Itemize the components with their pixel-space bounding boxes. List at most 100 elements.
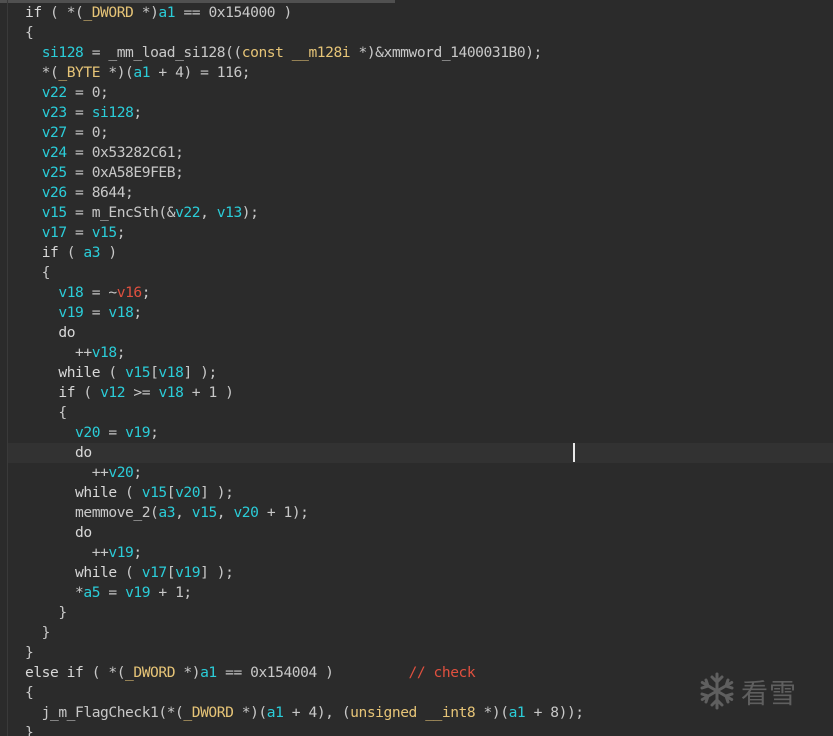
code-line[interactable]: j_m_FlagCheck1(*(_DWORD *)(a1 + 4), (uns… [25,703,584,723]
code-line[interactable]: memmove_2(a3, v15, v20 + 1); [25,503,584,523]
code-line[interactable]: { [25,263,584,283]
code-line[interactable]: v22 = 0; [25,83,584,103]
code-token: = [66,224,92,241]
code-line[interactable]: if ( *(_DWORD *)a1 == 0x154000 ) [25,3,584,23]
pseudocode-editor[interactable]: if ( *(_DWORD *)a1 == 0x154000 ){ si128 … [0,0,833,736]
keyword-token: else if [25,664,84,681]
identifier-token: v20 [75,424,101,441]
code-line[interactable]: } [25,643,584,663]
code-line[interactable]: { [25,403,584,423]
code-token: ); [241,204,259,221]
code-token: ) [100,244,117,261]
code-token: *)( [475,704,509,721]
code-token: *) [133,4,159,21]
code-line[interactable]: v20 = v19; [25,423,584,443]
keyword-token: do [75,524,92,541]
code-token: ++ [25,544,109,561]
identifier-token: v22 [41,84,67,101]
code-token: ( [75,384,101,401]
identifier-token: v19 [125,584,151,601]
code-line[interactable]: while ( v15[v20] ); [25,483,584,503]
identifier-token: a5 [83,584,101,601]
code-line[interactable]: v26 = 8644; [25,183,584,203]
identifier-token: v27 [41,124,67,141]
code-token: ( [116,484,142,501]
code-line[interactable]: v17 = v15; [25,223,584,243]
code-line[interactable]: v25 = 0xA58E9FEB; [25,163,584,183]
identifier-token: v15 [41,204,67,221]
identifier-token: v22 [175,204,201,221]
code-token: = m_EncSth(& [66,204,176,221]
type-token: unsigned __int8 [350,704,476,721]
code-token: ] ); [183,364,217,381]
code-line[interactable]: v15 = m_EncSth(&v22, v13); [25,203,584,223]
code-token: ; [141,284,151,301]
code-line[interactable]: ++v18; [25,343,584,363]
code-line[interactable]: do [25,523,584,543]
code-token: == 0x154004 ) [216,664,409,681]
text-cursor [573,443,575,462]
code-line[interactable]: if ( v12 >= v18 + 1 ) [25,383,584,403]
code-token: = 0x53282C61; [66,144,184,161]
code-line[interactable]: do [25,323,584,343]
code-line[interactable]: { [25,683,584,703]
identifier-token: v18 [58,284,84,301]
identifier-token: v26 [41,184,67,201]
code-token: >= [125,384,159,401]
code-area[interactable]: if ( *(_DWORD *)a1 == 0x154000 ){ si128 … [25,3,584,736]
identifier-token: a3 [158,504,176,521]
code-token: + 4), ( [283,704,351,721]
code-token: + 8)); [525,704,584,721]
code-line[interactable]: ++v19; [25,543,584,563]
code-line[interactable]: ++v20; [25,463,584,483]
identifier-token: v24 [41,144,67,161]
code-line[interactable]: *(_BYTE *)(a1 + 4) = 116; [25,63,584,83]
code-token: ; [150,424,159,441]
code-line[interactable]: v18 = ~v16; [25,283,584,303]
code-token: = 0; [66,84,109,101]
code-line[interactable]: v19 = v18; [25,303,584,323]
code-line[interactable]: } [25,623,584,643]
code-line[interactable]: v27 = 0; [25,123,584,143]
keyword-token: while [75,484,117,501]
code-line[interactable]: while ( v17[v19] ); [25,563,584,583]
identifier-token: a3 [83,244,101,261]
code-line[interactable]: do [25,443,584,463]
code-line[interactable]: v23 = si128; [25,103,584,123]
code-token: ; [133,304,142,321]
code-token: = 8644; [66,184,134,201]
code-token: + 1; [150,584,192,601]
identifier-token: v20 [108,464,134,481]
type-token: const __m128i [241,44,351,61]
code-token: = [66,104,92,121]
identifier-token: v12 [100,384,126,401]
identifier-token: v17 [141,564,167,581]
code-line[interactable]: else if ( *(_DWORD *)a1 == 0x154004 ) //… [25,663,584,683]
code-token: ( *( [41,4,84,21]
code-line[interactable]: while ( v15[v18] ); [25,363,584,383]
code-token: , [175,504,192,521]
code-line[interactable]: if ( a3 ) [25,243,584,263]
code-line[interactable]: si128 = _mm_load_si128((const __m128i *)… [25,43,584,63]
undefined-var-token: v16 [116,284,142,301]
identifier-token: v15 [91,224,117,241]
code-line[interactable]: } [25,603,584,623]
identifier-token: v15 [141,484,167,501]
code-line[interactable]: *a5 = v19 + 1; [25,583,584,603]
code-line[interactable]: } [25,723,584,736]
code-line[interactable]: { [25,23,584,43]
code-token: j_m_FlagCheck1(*( [25,704,184,721]
watermark-text: 看雪 [741,678,797,710]
code-token: + 4) = 116; [150,64,251,81]
code-token: ; [133,464,142,481]
gutter-divider [7,0,8,736]
code-line[interactable]: v24 = 0x53282C61; [25,143,584,163]
